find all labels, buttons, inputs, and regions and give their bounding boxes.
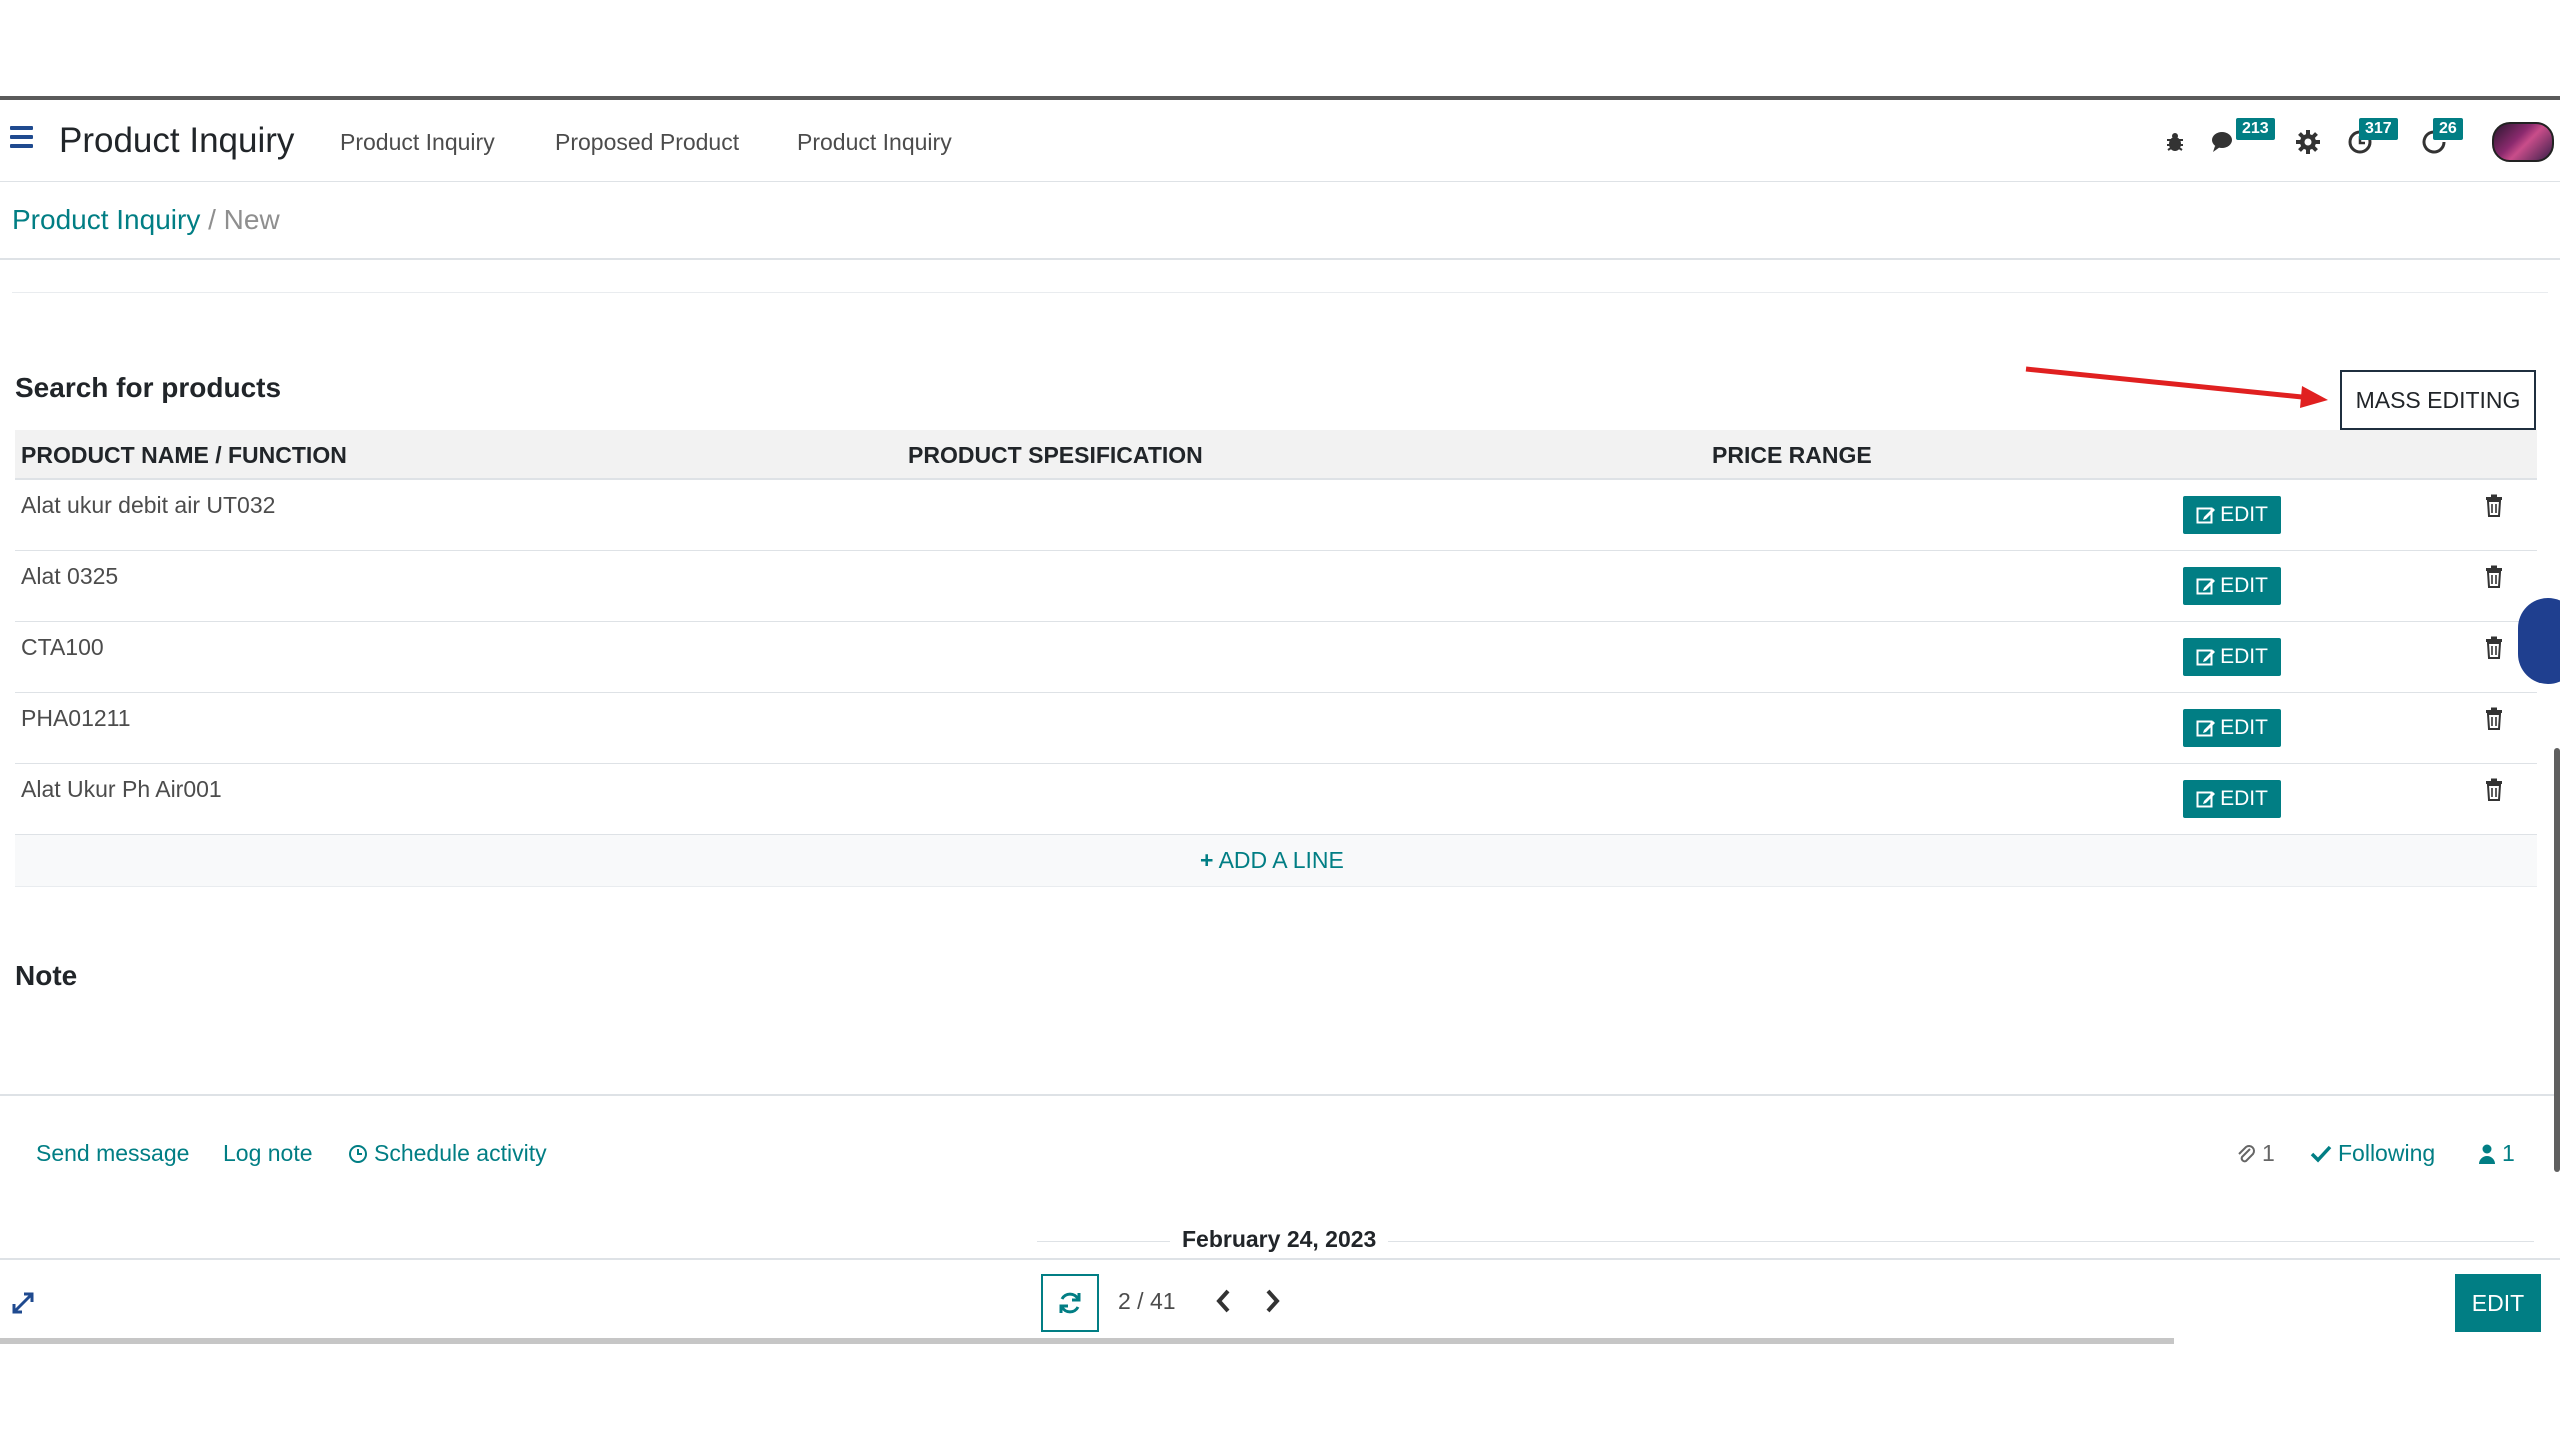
user-avatar[interactable] xyxy=(2492,122,2554,162)
delete-trash-icon[interactable] xyxy=(2483,494,2505,518)
edit-pencil-icon xyxy=(2196,791,2216,808)
row-edit-button[interactable]: EDIT xyxy=(2183,638,2281,676)
column-header-specification[interactable]: PRODUCT SPESIFICATION xyxy=(908,442,1203,469)
add-a-line-label: ADD A LINE xyxy=(1218,847,1344,873)
clock-icon xyxy=(349,1144,367,1163)
row-edit-label: EDIT xyxy=(2220,787,2268,810)
attachments-count: 1 xyxy=(2262,1140,2275,1166)
horizontal-scrollbar[interactable] xyxy=(0,1338,2174,1344)
followers-count: 1 xyxy=(2502,1140,2515,1166)
menu-proposed-product[interactable]: Proposed Product xyxy=(555,129,739,156)
top-navbar: Product Inquiry Product Inquiry Proposed… xyxy=(0,96,2560,182)
check-icon xyxy=(2310,1145,2332,1163)
activities-badge: 317 xyxy=(2359,118,2398,140)
breadcrumb-current: New xyxy=(223,204,280,235)
vertical-scrollbar[interactable] xyxy=(2554,748,2560,1172)
column-header-name[interactable]: PRODUCT NAME / FUNCTION xyxy=(21,442,347,469)
paperclip-icon xyxy=(2238,1144,2255,1162)
send-message-button[interactable]: Send message xyxy=(36,1140,189,1167)
hamburger-menu-icon[interactable] xyxy=(10,126,36,152)
chevron-left-icon[interactable] xyxy=(1212,1286,1236,1316)
table-row[interactable]: Alat ukur debit air UT032 EDIT xyxy=(15,480,2537,551)
app-title[interactable]: Product Inquiry xyxy=(59,121,294,161)
attachments-button[interactable]: 1 xyxy=(2236,1140,2275,1167)
chevron-right-icon[interactable] xyxy=(1260,1286,1284,1316)
products-table: PRODUCT NAME / FUNCTION PRODUCT SPESIFIC… xyxy=(15,430,2537,887)
add-a-line-link[interactable]: + ADD A LINE xyxy=(1200,847,1344,874)
delete-trash-icon[interactable] xyxy=(2483,565,2505,589)
following-label: Following xyxy=(2338,1140,2436,1166)
breadcrumb-separator: / xyxy=(208,204,216,235)
product-name-cell: Alat Ukur Ph Air001 xyxy=(21,776,222,802)
divider xyxy=(12,292,2548,293)
product-name-cell: Alat ukur debit air UT032 xyxy=(21,492,276,518)
column-header-price-range[interactable]: PRICE RANGE xyxy=(1712,442,1872,469)
add-line-row: + ADD A LINE xyxy=(15,835,2537,887)
breadcrumb: Product Inquiry / New xyxy=(12,204,280,236)
plus-icon: + xyxy=(1200,847,1214,873)
timers-badge: 26 xyxy=(2433,118,2463,140)
date-line-left xyxy=(1037,1241,1170,1242)
row-edit-label: EDIT xyxy=(2220,716,2268,739)
settings-gear-icon[interactable] xyxy=(2293,122,2323,162)
row-edit-button[interactable]: EDIT xyxy=(2183,709,2281,747)
expand-arrows-icon[interactable] xyxy=(10,1290,36,1316)
mass-editing-button[interactable]: MASS EDITING xyxy=(2340,370,2536,430)
table-row[interactable]: Alat Ukur Ph Air001 EDIT xyxy=(15,764,2537,835)
bottom-bar: 2 / 41 EDIT xyxy=(0,1258,2560,1344)
row-edit-label: EDIT xyxy=(2220,503,2268,526)
edit-pencil-icon xyxy=(2196,720,2216,737)
pager-value[interactable]: 2 / 41 xyxy=(1118,1288,1176,1315)
schedule-activity-button[interactable]: Schedule activity xyxy=(348,1140,547,1167)
debug-bug-icon[interactable] xyxy=(2162,122,2188,162)
row-edit-button[interactable]: EDIT xyxy=(2183,567,2281,605)
row-edit-button[interactable]: EDIT xyxy=(2183,780,2281,818)
refresh-icon xyxy=(1059,1292,1081,1314)
row-edit-button[interactable]: EDIT xyxy=(2183,496,2281,534)
edit-pencil-icon xyxy=(2196,507,2216,524)
menu-product-inquiry[interactable]: Product Inquiry xyxy=(340,129,495,156)
delete-trash-icon[interactable] xyxy=(2483,778,2505,802)
table-row[interactable]: CTA100 EDIT xyxy=(15,622,2537,693)
delete-trash-icon[interactable] xyxy=(2483,636,2505,660)
delete-trash-icon[interactable] xyxy=(2483,707,2505,731)
following-button[interactable]: Following xyxy=(2310,1140,2435,1167)
log-note-button[interactable]: Log note xyxy=(223,1140,313,1167)
edit-pencil-icon xyxy=(2196,649,2216,666)
row-edit-label: EDIT xyxy=(2220,645,2268,668)
followers-button[interactable]: 1 xyxy=(2478,1140,2515,1167)
row-edit-label: EDIT xyxy=(2220,574,2268,597)
table-row[interactable]: PHA01211 EDIT xyxy=(15,693,2537,764)
edit-pencil-icon xyxy=(2196,578,2216,595)
refresh-button[interactable] xyxy=(1041,1274,1099,1332)
products-section-title: Search for products xyxy=(15,372,282,403)
control-panel: Product Inquiry / New xyxy=(0,182,2560,260)
form-view: Product Inquiry Product Inquiry Proposed… xyxy=(0,0,2560,1440)
messages-badge: 213 xyxy=(2236,118,2275,140)
date-label: February 24, 2023 xyxy=(1182,1226,1377,1252)
breadcrumb-parent[interactable]: Product Inquiry xyxy=(12,204,200,235)
product-name-cell: Alat 0325 xyxy=(21,563,119,589)
product-name-cell: PHA01211 xyxy=(21,705,131,731)
table-header: PRODUCT NAME / FUNCTION PRODUCT SPESIFIC… xyxy=(15,430,2537,480)
note-section-title: Note xyxy=(15,960,78,991)
annotation-arrow-icon xyxy=(2025,366,2328,408)
edit-button[interactable]: EDIT xyxy=(2455,1274,2541,1332)
chat-bubble-icon[interactable] xyxy=(2518,598,2560,684)
schedule-activity-label: Schedule activity xyxy=(374,1140,547,1166)
date-line-right xyxy=(1388,1241,2534,1242)
product-name-cell: CTA100 xyxy=(21,634,104,660)
table-row[interactable]: Alat 0325 EDIT xyxy=(15,551,2537,622)
user-icon xyxy=(2479,1144,2495,1164)
menu-product-inquiry-2[interactable]: Product Inquiry xyxy=(797,129,952,156)
date-separator: February 24, 2023 xyxy=(0,1226,2560,1256)
chatter-divider xyxy=(0,1094,2560,1096)
